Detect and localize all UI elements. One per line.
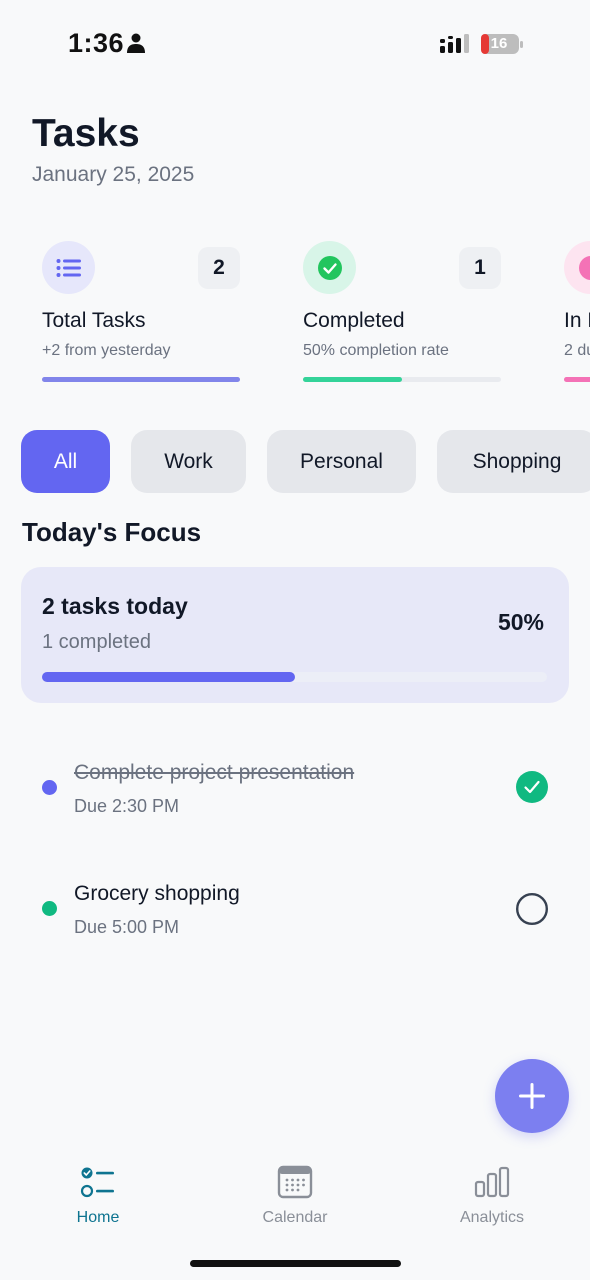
- nav-label: Analytics: [459, 1209, 525, 1226]
- focus-subtitle: 1 completed: [42, 631, 151, 653]
- focus-progress-bar: [42, 672, 547, 682]
- status-time: 1:36: [68, 28, 125, 58]
- task-category-dot: [42, 780, 57, 795]
- nav-analytics[interactable]: Analytics: [427, 1164, 557, 1234]
- chip-work[interactable]: Work: [131, 430, 246, 493]
- stats-carousel[interactable]: 2 Total Tasks +2 from yesterday 1 Comple…: [0, 230, 590, 400]
- task-item[interactable]: Complete project presentation Due 2:30 P…: [0, 745, 590, 835]
- task-title: Complete project presentation: [74, 761, 355, 784]
- analytics-icon: [474, 1166, 510, 1198]
- stat-progress-fill: [42, 377, 240, 382]
- stat-count: 1: [459, 247, 501, 289]
- nav-home[interactable]: Home: [33, 1164, 163, 1234]
- stat-card-in-progress[interactable]: In P 2 du: [564, 230, 590, 390]
- stat-icon-bg: [303, 241, 356, 294]
- add-task-button[interactable]: [495, 1059, 569, 1133]
- stat-label: In P: [564, 309, 590, 332]
- stat-icon-bg: [564, 241, 590, 294]
- home-tasks-icon: [80, 1167, 114, 1198]
- stat-card-completed[interactable]: 1 Completed 50% completion rate: [303, 230, 543, 390]
- unchecked-circle-icon[interactable]: [515, 892, 549, 926]
- page-title: Tasks: [32, 112, 140, 155]
- stat-card-total[interactable]: 2 Total Tasks +2 from yesterday: [42, 230, 282, 390]
- stat-progress-fill: [303, 377, 402, 382]
- person-icon: [127, 33, 145, 53]
- chip-all[interactable]: All: [21, 430, 110, 493]
- checked-circle-icon[interactable]: [515, 770, 549, 804]
- stat-progress-bar: [303, 377, 501, 382]
- page-date: January 25, 2025: [32, 163, 195, 186]
- stat-subtext: 2 du: [564, 342, 590, 359]
- stat-progress-fill: [564, 377, 590, 382]
- nav-calendar[interactable]: Calendar: [230, 1164, 360, 1234]
- chip-personal[interactable]: Personal: [267, 430, 416, 493]
- home-indicator: [190, 1260, 401, 1267]
- list-icon: [56, 258, 81, 277]
- task-due: Due 5:00 PM: [74, 917, 180, 937]
- check-circle-icon: [317, 255, 342, 280]
- calendar-icon: [277, 1165, 313, 1199]
- task-category-dot: [42, 901, 57, 916]
- task-due: Due 2:30 PM: [74, 796, 180, 816]
- stat-label: Completed: [303, 309, 405, 332]
- nav-label: Calendar: [262, 1209, 328, 1226]
- status-bar: 1:36 16: [0, 0, 590, 90]
- chip-shopping[interactable]: Shopping: [437, 430, 590, 493]
- focus-progress-fill: [42, 672, 295, 682]
- focus-card[interactable]: 2 tasks today 1 completed 50%: [21, 567, 569, 703]
- stat-progress-bar: [564, 377, 590, 382]
- nav-label: Home: [76, 1209, 120, 1226]
- section-title-focus: Today's Focus: [22, 517, 202, 547]
- focus-title: 2 tasks today: [42, 593, 188, 619]
- category-filter: All Work Personal Shopping: [21, 430, 590, 493]
- stat-subtext: +2 from yesterday: [42, 342, 171, 359]
- signal-icon: [440, 34, 469, 53]
- focus-percent: 50%: [497, 609, 544, 635]
- stat-count: 2: [198, 247, 240, 289]
- plus-icon: [519, 1083, 545, 1109]
- stat-progress-bar: [42, 377, 240, 382]
- stat-icon-bg: [42, 241, 95, 294]
- progress-icon: [578, 255, 590, 280]
- stat-label: Total Tasks: [42, 309, 146, 332]
- task-item[interactable]: Grocery shopping Due 5:00 PM: [0, 866, 590, 956]
- stat-subtext: 50% completion rate: [303, 342, 449, 359]
- battery-level: 16: [490, 35, 508, 52]
- task-title: Grocery shopping: [74, 882, 240, 905]
